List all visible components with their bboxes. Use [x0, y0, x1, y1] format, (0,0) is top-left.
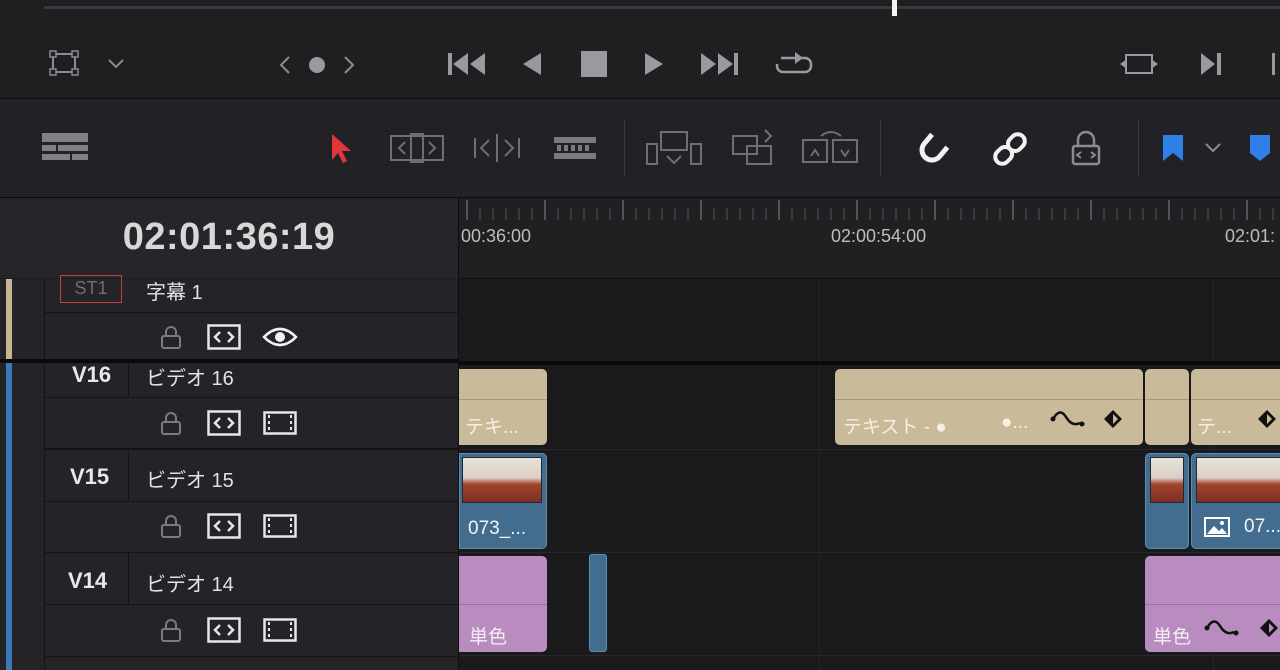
track-name: ST1 [60, 275, 122, 303]
video-clip[interactable]: 07... [1191, 453, 1280, 549]
track-header-v16[interactable]: V16 ビデオ 16 [0, 362, 459, 449]
current-timecode[interactable]: 02:01:36:19 [0, 216, 458, 259]
flag-dropdown-chevron-icon[interactable] [1200, 137, 1226, 159]
clip-label-extra: ●... [1001, 412, 1029, 433]
track-name: V14 [68, 568, 108, 593]
solid-color-clip[interactable]: 単色 [459, 556, 547, 652]
replace-clip-icon[interactable] [800, 127, 862, 169]
selection-arrow-icon[interactable] [326, 129, 356, 167]
track-name: V16 [72, 362, 112, 387]
lock-icon[interactable] [158, 409, 184, 437]
timeline-ruler[interactable]: 00:36:00 02:00:54:00 02:01: [459, 198, 1280, 279]
clip-label: 073_... [468, 518, 527, 539]
track-color-stripe [6, 279, 12, 361]
solid-color-clip[interactable]: 単色 [1145, 556, 1280, 652]
clip-label: 単色 [469, 627, 508, 648]
clip-thumbnail [1196, 457, 1280, 503]
play-icon[interactable] [640, 48, 668, 80]
clip-label: テキ... [465, 417, 519, 438]
clip-label: 単色 [1153, 627, 1192, 648]
track-name: V15 [70, 464, 110, 489]
track-enable-icon[interactable] [262, 616, 298, 644]
auto-select-icon[interactable] [205, 409, 243, 437]
next-marker-icon[interactable] [338, 52, 360, 78]
track-label[interactable]: ビデオ 15 [146, 464, 234, 493]
ruler-ticks [466, 200, 1274, 220]
marker-icon[interactable] [1246, 131, 1274, 165]
ruler-label: 00:36:00 [461, 226, 532, 246]
insert-clip-icon[interactable] [644, 129, 704, 169]
skip-to-end-icon[interactable] [698, 48, 740, 80]
position-lock-icon[interactable] [1066, 129, 1106, 169]
timeline-tracks-area[interactable]: テキ... テキスト - ● ●... テ... 073_... 07... 単… [459, 279, 1280, 670]
clip-thumbnail [462, 457, 542, 503]
video-clip[interactable]: 073_... [459, 453, 547, 549]
linked-selection-icon[interactable] [988, 129, 1032, 169]
track-header-v14[interactable]: V14 ビデオ 14 [0, 552, 459, 670]
track-color-stripe [6, 449, 12, 552]
clip-label: テキスト - ● [843, 417, 947, 438]
timeline-view-icon[interactable] [38, 129, 92, 165]
text-clip[interactable]: テキ... [459, 369, 547, 445]
edit-toolbar [0, 99, 1280, 198]
text-clip[interactable]: テ... [1191, 369, 1280, 445]
track-header-st1[interactable]: ST1 字幕 1 [0, 275, 459, 361]
trim-edit-icon[interactable] [388, 131, 446, 165]
lock-icon[interactable] [158, 512, 184, 540]
next-edit-icon[interactable] [1196, 48, 1226, 80]
track-enable-icon[interactable] [262, 512, 298, 540]
blade-icon[interactable] [550, 131, 600, 165]
loop-icon[interactable] [772, 46, 816, 80]
clip-label: テ... [1197, 417, 1232, 438]
auto-select-icon[interactable] [205, 512, 243, 540]
visibility-eye-icon[interactable] [260, 323, 300, 351]
lock-icon[interactable] [158, 616, 184, 644]
auto-select-icon[interactable] [205, 616, 243, 644]
playhead-marker[interactable] [892, 0, 897, 16]
text-clip[interactable] [1145, 369, 1189, 445]
dynamic-trim-icon[interactable] [470, 131, 524, 165]
track-color-stripe [6, 363, 12, 449]
timecode-panel: 02:01:36:19 [0, 198, 459, 278]
skip-to-start-icon[interactable] [446, 48, 488, 80]
track-header-v15[interactable]: V15 ビデオ 15 [0, 449, 459, 552]
scrub-bar[interactable] [44, 6, 1280, 9]
stop-icon[interactable] [578, 48, 610, 80]
flag-icon[interactable] [1158, 131, 1188, 165]
keyframe-icon[interactable] [1101, 407, 1125, 431]
next-clip-icon[interactable] [1266, 48, 1280, 80]
transport-bar [0, 0, 1280, 99]
video-clip-short[interactable] [589, 554, 607, 652]
curve-icon[interactable] [1203, 614, 1241, 640]
overwrite-clip-icon[interactable] [728, 127, 778, 169]
reverse-play-icon[interactable] [518, 48, 546, 80]
auto-select-icon[interactable] [205, 323, 243, 351]
video-clip[interactable] [1145, 453, 1189, 549]
track-label[interactable]: ビデオ 14 [146, 568, 234, 597]
dot-icon[interactable] [306, 54, 328, 76]
track-label[interactable]: 字幕 1 [146, 276, 203, 305]
lock-icon[interactable] [158, 323, 184, 351]
chevron-down-icon[interactable] [104, 52, 128, 76]
crop-icon[interactable] [44, 46, 84, 80]
prev-marker-icon[interactable] [274, 52, 296, 78]
curve-icon[interactable] [1049, 405, 1087, 431]
snapping-icon[interactable] [910, 129, 954, 169]
track-enable-icon[interactable] [262, 409, 298, 437]
ruler-label: 02:01: [1225, 226, 1276, 246]
keyframe-icon[interactable] [1255, 407, 1279, 431]
ruler-label: 02:00:54:00 [831, 226, 927, 246]
clip-thumbnail [1150, 457, 1184, 503]
track-color-stripe [6, 552, 12, 670]
track-label[interactable]: ビデオ 16 [146, 362, 234, 391]
text-clip[interactable]: テキスト - ● ●... [835, 369, 1143, 445]
match-frame-icon[interactable] [1118, 48, 1160, 80]
keyframe-icon[interactable] [1257, 616, 1280, 640]
clip-label: 07... [1244, 516, 1280, 537]
image-icon [1202, 516, 1232, 538]
